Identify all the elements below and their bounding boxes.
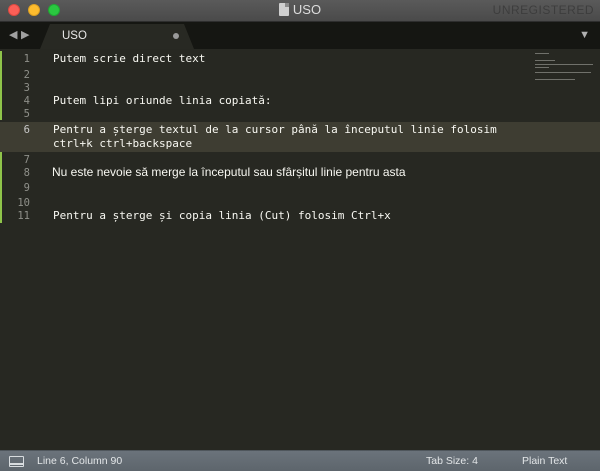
- tab-menu-icon[interactable]: ▼: [579, 29, 590, 41]
- line-text-wrapped[interactable]: ctrl+k ctrl+backspace: [53, 137, 192, 151]
- tab-uso[interactable]: USO: [40, 24, 194, 49]
- cursor-position: Line 6, Column 90: [37, 455, 123, 467]
- line-text[interactable]: Pentru a șterge textul de la cursor până…: [53, 123, 497, 137]
- line-text[interactable]: Nu este nevoie să merge la începutul sau…: [52, 165, 406, 179]
- text-editor[interactable]: 1 Putem scrie direct text 2 3 4 Putem li…: [0, 49, 600, 450]
- line-text[interactable]: Putem scrie direct text: [53, 52, 205, 66]
- syntax-selector[interactable]: Plain Text: [522, 455, 567, 467]
- current-line[interactable]: 6 Pentru a șterge textul de la cursor pâ…: [0, 122, 600, 152]
- panel-toggle-icon[interactable]: [9, 456, 24, 467]
- document-icon: [278, 3, 289, 16]
- line-number: 8: [23, 167, 30, 179]
- minimap-line: [535, 53, 549, 54]
- tab-bar: ◀ ▶ USO ▼: [0, 22, 600, 49]
- forward-arrow-icon[interactable]: ▶: [21, 28, 29, 41]
- minimap-line: [535, 72, 591, 73]
- modified-marker: [0, 152, 2, 223]
- line-number: 9: [23, 182, 30, 194]
- line-number: 1: [23, 53, 30, 65]
- status-bar: Line 6, Column 90 Tab Size: 4 Plain Text: [0, 450, 600, 471]
- unsaved-dot-icon[interactable]: [173, 33, 179, 39]
- editor-line[interactable]: 9: [0, 180, 600, 196]
- minimap[interactable]: [535, 49, 595, 119]
- unregistered-label: UNREGISTERED: [492, 3, 594, 17]
- editor-line[interactable]: 11 Pentru a șterge și copia linia (Cut) …: [0, 208, 600, 224]
- back-arrow-icon[interactable]: ◀: [9, 28, 17, 41]
- tab-size-selector[interactable]: Tab Size: 4: [426, 455, 478, 467]
- minimap-line: [535, 60, 555, 61]
- editor-line[interactable]: 1 Putem scrie direct text: [0, 51, 600, 67]
- line-number: 11: [17, 210, 30, 222]
- editor-line[interactable]: 5: [0, 106, 600, 122]
- minimap-line: [535, 79, 575, 80]
- minimap-line: [535, 67, 549, 68]
- window-title-text: USO: [292, 2, 322, 17]
- line-number: 5: [23, 108, 30, 120]
- tab-label: USO: [62, 30, 87, 42]
- editor-line[interactable]: 8 Nu este nevoie să merge la începutul s…: [0, 165, 600, 181]
- editor-window: USO UNREGISTERED ◀ ▶ USO ▼ 1 Putem scrie…: [0, 0, 600, 471]
- title-bar: USO UNREGISTERED: [0, 0, 600, 22]
- line-text[interactable]: Pentru a șterge și copia linia (Cut) fol…: [53, 209, 391, 223]
- modified-marker: [0, 51, 2, 120]
- line-number: 6: [23, 124, 30, 136]
- minimap-line: [535, 64, 593, 65]
